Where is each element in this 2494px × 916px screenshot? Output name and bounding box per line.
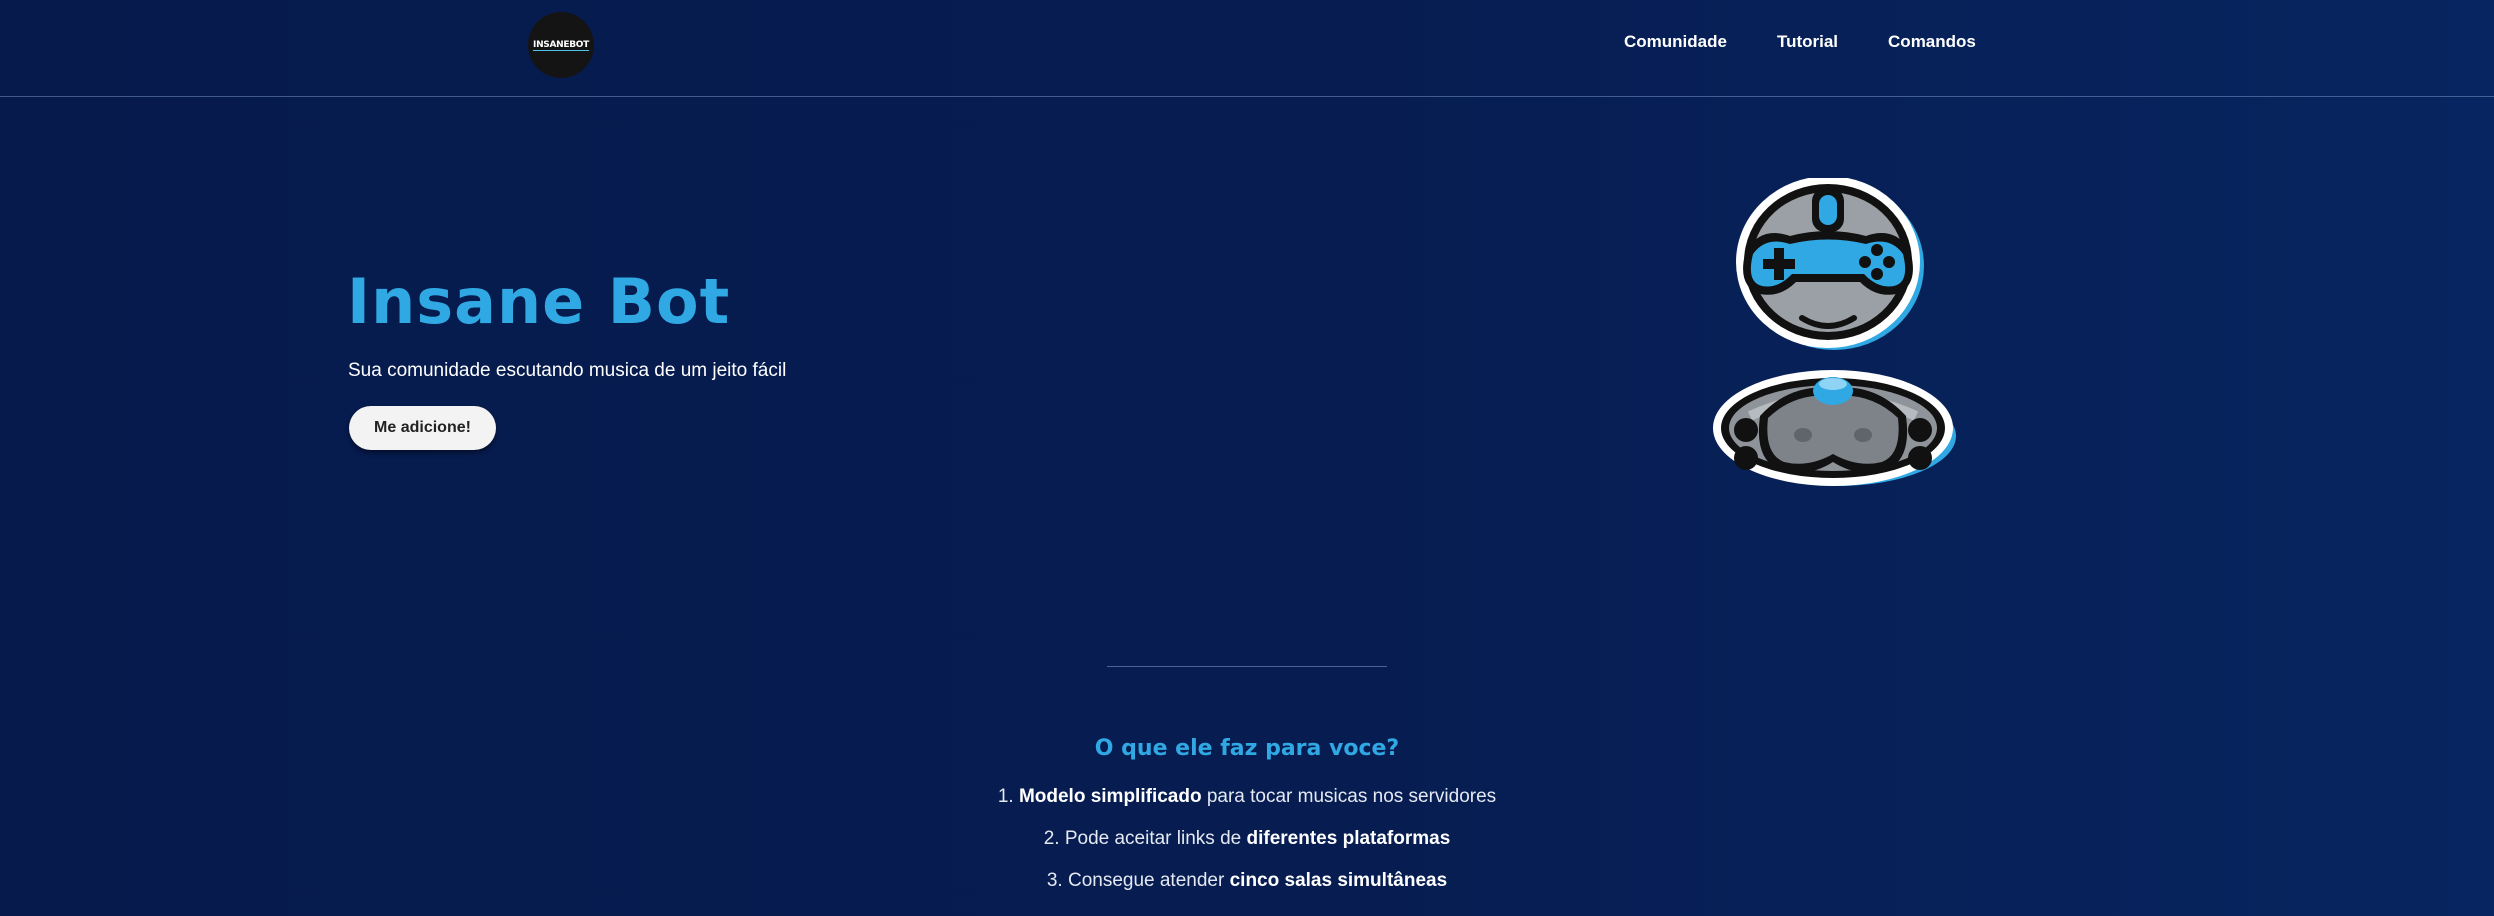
mascot-body (1713, 370, 1956, 486)
logo[interactable]: INSANEBOT (528, 12, 594, 78)
hero-subtitle: Sua comunidade escutando musica de um je… (348, 360, 787, 381)
robot-mascot-icon (1713, 178, 1956, 486)
nav-link-comandos[interactable]: Comandos (1888, 32, 1976, 52)
logo-text: INSANEBOT (533, 39, 589, 51)
section-divider (1107, 666, 1387, 667)
nav-link-tutorial[interactable]: Tutorial (1777, 32, 1838, 52)
hero-title: Insane Bot (347, 265, 731, 338)
nav-link-comunidade[interactable]: Comunidade (1624, 32, 1727, 52)
feature-item: 1. Modelo simplificado para tocar musica… (997, 786, 1497, 807)
navbar: INSANEBOT Comunidade Tutorial Comandos (0, 0, 2494, 97)
feature-item: 2. Pode aceitar links de diferentes plat… (1043, 828, 1451, 849)
features-title: O que ele faz para voce? (1094, 736, 1400, 762)
mascot-head (1736, 178, 1924, 350)
nav-links: Comunidade Tutorial Comandos (1624, 32, 1976, 52)
add-bot-button[interactable]: Me adicione! (349, 406, 496, 450)
feature-item: 3. Consegue atender cinco salas simultân… (1046, 870, 1448, 891)
